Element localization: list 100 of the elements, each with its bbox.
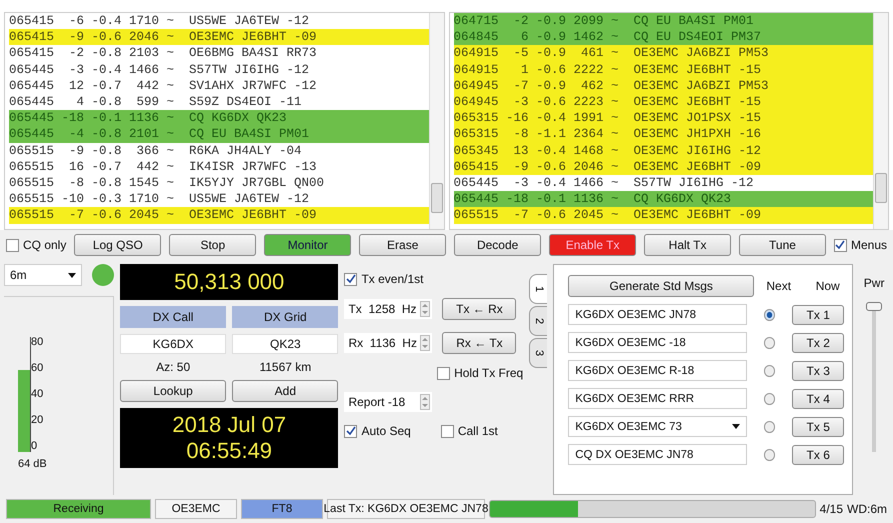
check-icon	[346, 426, 356, 436]
checkbox-label: Hold Tx Freq	[454, 366, 524, 380]
tx-frequency-spinner[interactable]: Tx 1258 Hz	[344, 299, 432, 319]
checkbox-box[interactable]	[437, 366, 450, 380]
toolbar-button[interactable]: Stop	[169, 234, 256, 256]
checkbox-box[interactable]	[6, 238, 19, 252]
tx-from-rx-button[interactable]: Tx ← Rx	[442, 298, 516, 320]
checkbox[interactable]: Auto Seq	[344, 424, 411, 438]
decode-row[interactable]: 065515 -10 -0.3 1710 ~ US5WE JA6TEW -12	[9, 191, 428, 208]
power-label: Pwr	[864, 276, 884, 290]
generate-messages-button[interactable]: Generate Std Msgs	[568, 275, 754, 297]
tx-button[interactable]: Tx 3	[792, 360, 844, 380]
scrollbar[interactable]	[428, 13, 444, 229]
decode-row[interactable]: 065315 -16 -0.4 1991 ~ OE3EMC JO1PSX -15	[454, 110, 873, 126]
radio-button[interactable]	[764, 420, 776, 432]
rx-from-tx-button[interactable]: Rx ← Tx	[442, 332, 516, 354]
toolbar-button[interactable]: Decode	[454, 234, 542, 256]
tab[interactable]: 1	[529, 274, 548, 304]
message-field[interactable]: KG6DX OE3EMC -18	[568, 332, 747, 353]
checkbox[interactable]: CQ only	[6, 238, 66, 252]
meter-scale-label: 80	[31, 337, 44, 348]
toolbar-button[interactable]: Halt Tx	[644, 234, 732, 256]
power-slider-thumb[interactable]	[866, 302, 882, 311]
checkbox[interactable]: Call 1st	[440, 424, 498, 438]
radio-button[interactable]	[764, 308, 776, 320]
checkbox-label: Tx even/1st	[361, 272, 424, 286]
checkbox-label: Auto Seq	[361, 424, 411, 438]
radio-button[interactable]	[764, 448, 776, 460]
band-select[interactable]: 6m	[4, 264, 82, 286]
tx-button[interactable]: Tx 2	[792, 332, 844, 352]
spinner-arrows-icon[interactable]	[420, 301, 430, 317]
watchdog-text: WD:6m	[847, 502, 887, 516]
toolbar-button[interactable]: Log QSO	[74, 234, 162, 256]
radio-button[interactable]	[764, 392, 776, 404]
message-text: KG6DX OE3EMC 73	[575, 420, 682, 432]
meter-scale-label: 60	[31, 363, 44, 374]
message-field[interactable]: KG6DX OE3EMC R-18	[568, 360, 747, 381]
add-button[interactable]: Add	[232, 380, 338, 402]
tab[interactable]: 3	[529, 338, 548, 368]
decode-row[interactable]: 065315 -8 -1.1 2364 ~ OE3EMC JH1PXH -16	[454, 126, 873, 143]
clock-display: 2018 Jul 07 06:55:49	[120, 408, 338, 468]
scrollbar-thumb[interactable]	[875, 173, 887, 203]
message-dropdown[interactable]: KG6DX OE3EMC 73	[568, 416, 747, 437]
checkbox-label: Call 1st	[458, 424, 498, 438]
checkbox[interactable]: Tx even/1st	[344, 272, 524, 286]
spinner-arrows-icon[interactable]	[420, 394, 430, 410]
meter-reading: 64 dB	[18, 458, 48, 470]
report-spinner[interactable]: Report -18	[344, 392, 432, 412]
radio-button[interactable]	[764, 364, 776, 376]
monitor-button[interactable]: Monitor	[264, 234, 352, 256]
tab[interactable]: 2	[529, 306, 548, 336]
spinner-arrows-icon[interactable]	[420, 335, 430, 351]
meter-scale-label: 0	[31, 441, 38, 452]
check-icon	[346, 274, 356, 284]
mode-status: FT8	[241, 499, 323, 519]
decode-row[interactable]: 064945 -7 -0.9 462 ~ OE3EMC JA6BZI PM53	[454, 78, 873, 94]
status-led	[92, 264, 114, 286]
message-field[interactable]: CQ DX OE3EMC JN78	[568, 444, 747, 465]
meter-scale-label: 20	[31, 415, 44, 426]
scrollbar-thumb[interactable]	[430, 183, 442, 213]
dx-call-field[interactable]: KG6DX	[120, 334, 226, 354]
checkbox-box[interactable]	[344, 272, 358, 286]
receiving-status: Receiving	[6, 499, 151, 519]
dx-call-header: DX Call	[120, 306, 226, 328]
period-count: 4/15	[820, 502, 843, 516]
tx-button[interactable]: Tx 1	[792, 304, 844, 324]
frequency-display: 50,313 000	[120, 264, 338, 300]
radio-button[interactable]	[764, 336, 776, 348]
checkbox[interactable]: Menus	[834, 238, 888, 252]
lookup-button[interactable]: Lookup	[120, 380, 226, 402]
callsign-status: OE3EMC	[155, 499, 237, 519]
decode-row[interactable]: 064945 -3 -0.6 2223 ~ OE3EMC JE6BHT -15	[454, 94, 873, 110]
dx-grid-field[interactable]: QK23	[232, 334, 338, 354]
decode-row[interactable]: 065415 -9 -0.6 2046 ~ OE3EMC JE6BHT -09	[9, 29, 428, 46]
tx-button[interactable]: Tx 4	[792, 388, 844, 408]
checkbox-label: CQ only	[23, 238, 66, 252]
message-field[interactable]: KG6DX OE3EMC JN78	[568, 304, 747, 325]
rx-frequency-spinner[interactable]: Rx 1136 Hz	[344, 333, 432, 353]
rx-frequency-text: Rx 1136 Hz	[348, 336, 417, 350]
toolbar-button[interactable]: Tune	[739, 234, 826, 256]
decode-row[interactable]: 065515 -7 -0.6 2045 ~ OE3EMC JE6BHT -09	[9, 207, 428, 224]
message-field[interactable]: KG6DX OE3EMC RRR	[568, 388, 747, 409]
checkbox[interactable]: Hold Tx Freq	[437, 366, 524, 380]
checkbox-box[interactable]	[344, 424, 358, 438]
decode-row[interactable]: 065515 -7 -0.6 2045 ~ OE3EMC JE6BHT -09	[454, 207, 873, 224]
decode-row[interactable]: 064915 -5 -0.9 461 ~ OE3EMC JA6BZI PM53	[454, 45, 873, 62]
check-icon	[835, 240, 846, 250]
distance-text: 11567 km	[258, 360, 312, 374]
tx-button[interactable]: Tx 6	[792, 444, 844, 464]
tx-button[interactable]: Tx 5	[792, 416, 844, 436]
checkbox-label: Menus	[850, 238, 888, 252]
toolbar-button[interactable]: Erase	[359, 234, 446, 256]
checkbox-box[interactable]	[834, 238, 847, 252]
decode-row[interactable]: 065345 13 -0.4 1468 ~ OE3EMC JI6IHG -12	[454, 142, 873, 159]
decode-row[interactable]: 064915 1 -0.6 2222 ~ OE3EMC JE6BHT -15	[454, 62, 873, 78]
meter-scale-label: 40	[31, 389, 44, 400]
checkbox-box[interactable]	[440, 424, 454, 438]
scrollbar[interactable]	[873, 13, 888, 229]
decode-row[interactable]: 065415 -9 -0.6 2046 ~ OE3EMC JE6BHT -09	[454, 158, 873, 176]
caret-icon	[68, 272, 76, 278]
